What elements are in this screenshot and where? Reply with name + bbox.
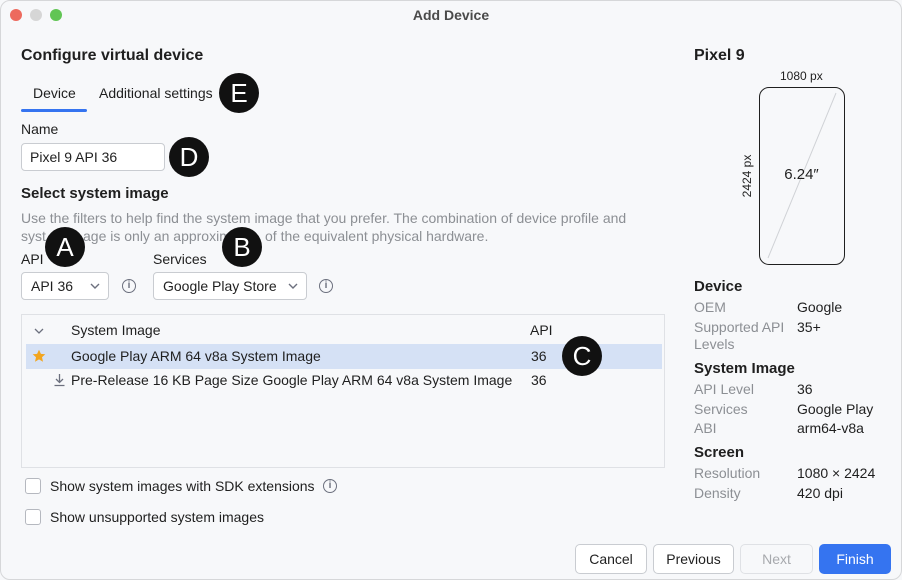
supported-api-key-line1: Supported API bbox=[694, 319, 785, 335]
screen-section-title: Screen bbox=[694, 444, 745, 461]
preview-diagonal-size: 6.24″ bbox=[784, 166, 819, 183]
oem-key: OEM bbox=[694, 299, 726, 315]
add-device-window: Add Device Configure virtual device Devi… bbox=[0, 0, 902, 580]
services-filter-value: Google Play Store bbox=[163, 278, 277, 294]
preview-width-label: 1080 px bbox=[780, 69, 823, 83]
finish-button[interactable]: Finish bbox=[819, 544, 891, 574]
callout-badge-d: D bbox=[169, 137, 209, 177]
chevron-down-icon bbox=[90, 283, 100, 289]
oem-value: Google bbox=[797, 299, 843, 315]
abi-key: ABI bbox=[694, 420, 717, 436]
system-image-heading: Select system image bbox=[21, 185, 169, 202]
column-header-api[interactable]: API bbox=[530, 318, 553, 343]
chevron-down-icon[interactable] bbox=[34, 327, 44, 335]
system-image-section-title: System Image bbox=[694, 360, 795, 377]
previous-button[interactable]: Previous bbox=[653, 544, 734, 574]
column-header-system-image[interactable]: System Image bbox=[71, 318, 160, 343]
help-text-line2-right: of the equivalent physical hardware. bbox=[265, 228, 489, 244]
density-value: 420 dpi bbox=[797, 485, 843, 501]
row-api-level: 36 bbox=[531, 348, 547, 364]
api-level-value: 36 bbox=[797, 381, 813, 397]
star-icon bbox=[32, 349, 46, 362]
services-value: Google Play bbox=[797, 401, 874, 417]
api-filter-value: API 36 bbox=[31, 278, 74, 294]
sdk-extensions-checkbox[interactable] bbox=[25, 478, 41, 494]
zoom-window-button[interactable] bbox=[50, 9, 62, 21]
resolution-key: Resolution bbox=[694, 465, 761, 481]
cancel-button[interactable]: Cancel bbox=[575, 544, 647, 574]
tab-additional-settings[interactable]: Additional settings bbox=[99, 85, 213, 101]
api-filter-label: API bbox=[21, 251, 44, 267]
window-title: Add Device bbox=[412, 7, 490, 23]
help-text-line1: Use the filters to help find the system … bbox=[21, 210, 627, 226]
sdk-extensions-info-icon[interactable]: i bbox=[323, 479, 337, 493]
supported-api-value: 35+ bbox=[797, 319, 821, 335]
page-title: Configure virtual device bbox=[21, 47, 204, 64]
help-text-line2-left: syst bbox=[21, 228, 46, 244]
system-image-table: System Image API Google Play ARM 64 v8a … bbox=[21, 314, 665, 468]
services-key: Services bbox=[694, 401, 748, 417]
name-label: Name bbox=[21, 121, 59, 137]
preview-device-name: Pixel 9 bbox=[694, 47, 745, 64]
services-filter-label: Services bbox=[153, 251, 207, 267]
tab-device[interactable]: Device bbox=[33, 85, 76, 101]
row-api-level: 36 bbox=[531, 372, 547, 388]
callout-badge-b: B bbox=[222, 227, 262, 267]
sdk-extensions-label[interactable]: Show system images with SDK extensions bbox=[50, 478, 315, 494]
close-window-button[interactable] bbox=[10, 9, 22, 21]
table-row[interactable]: Pre-Release 16 KB Page Size Google Play … bbox=[22, 368, 664, 393]
callout-badge-a: A bbox=[45, 227, 85, 267]
table-header-row: System Image API bbox=[22, 318, 664, 343]
help-text-line2-mid: age is only an approxim bbox=[83, 228, 231, 244]
device-section-title: Device bbox=[694, 278, 743, 295]
minimize-window-button[interactable] bbox=[30, 9, 42, 21]
row-image-name: Pre-Release 16 KB Page Size Google Play … bbox=[71, 372, 513, 388]
device-preview-outline: 6.24″ bbox=[759, 87, 845, 265]
tab-selected-indicator bbox=[21, 109, 87, 112]
density-key: Density bbox=[694, 485, 741, 501]
row-image-name: Google Play ARM 64 v8a System Image bbox=[71, 348, 321, 364]
api-info-icon[interactable]: i bbox=[122, 279, 136, 293]
callout-badge-c: C bbox=[562, 336, 602, 376]
services-info-icon[interactable]: i bbox=[319, 279, 333, 293]
services-filter-select[interactable]: Google Play Store bbox=[153, 272, 307, 300]
device-name-input[interactable]: Pixel 9 API 36 bbox=[21, 143, 165, 171]
unsupported-images-label[interactable]: Show unsupported system images bbox=[50, 509, 264, 525]
chevron-down-icon bbox=[288, 283, 298, 289]
unsupported-images-checkbox[interactable] bbox=[25, 509, 41, 525]
next-button[interactable]: Next bbox=[740, 544, 813, 574]
api-filter-select[interactable]: API 36 bbox=[21, 272, 109, 300]
download-icon[interactable] bbox=[53, 373, 66, 387]
resolution-value: 1080 × 2424 bbox=[797, 465, 876, 481]
api-level-key: API Level bbox=[694, 381, 754, 397]
preview-height-label: 2424 px bbox=[740, 154, 754, 198]
supported-api-key-line2: Levels bbox=[694, 336, 735, 352]
abi-value: arm64-v8a bbox=[797, 420, 864, 436]
callout-badge-e: E bbox=[219, 73, 259, 113]
title-bar: Add Device bbox=[1, 1, 901, 29]
